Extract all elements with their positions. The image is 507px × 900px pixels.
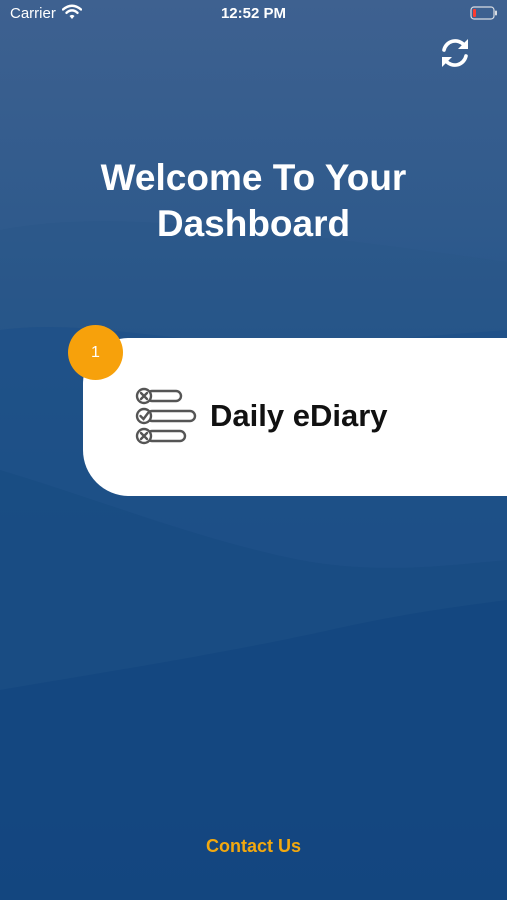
card-label: Daily eDiary	[210, 398, 388, 433]
page-title: Welcome To Your Dashboard	[40, 155, 467, 247]
count-badge: 1	[68, 325, 123, 380]
page-title-line2: Dashboard	[156, 203, 351, 244]
page-title-line1: Welcome To Your	[100, 157, 407, 198]
refresh-icon[interactable]	[437, 35, 473, 71]
battery-icon	[470, 6, 497, 20]
checklist-icon	[135, 387, 197, 445]
daily-ediary-card[interactable]: Daily eDiary	[83, 338, 507, 496]
status-bar: Carrier 12:52 PM	[0, 0, 507, 28]
status-time: 12:52 PM	[220, 5, 287, 22]
dashboard-screen: Carrier 12:52 PM Welcome To Your Dashboa…	[0, 0, 507, 900]
contact-us-link[interactable]: Contact Us	[0, 836, 507, 857]
